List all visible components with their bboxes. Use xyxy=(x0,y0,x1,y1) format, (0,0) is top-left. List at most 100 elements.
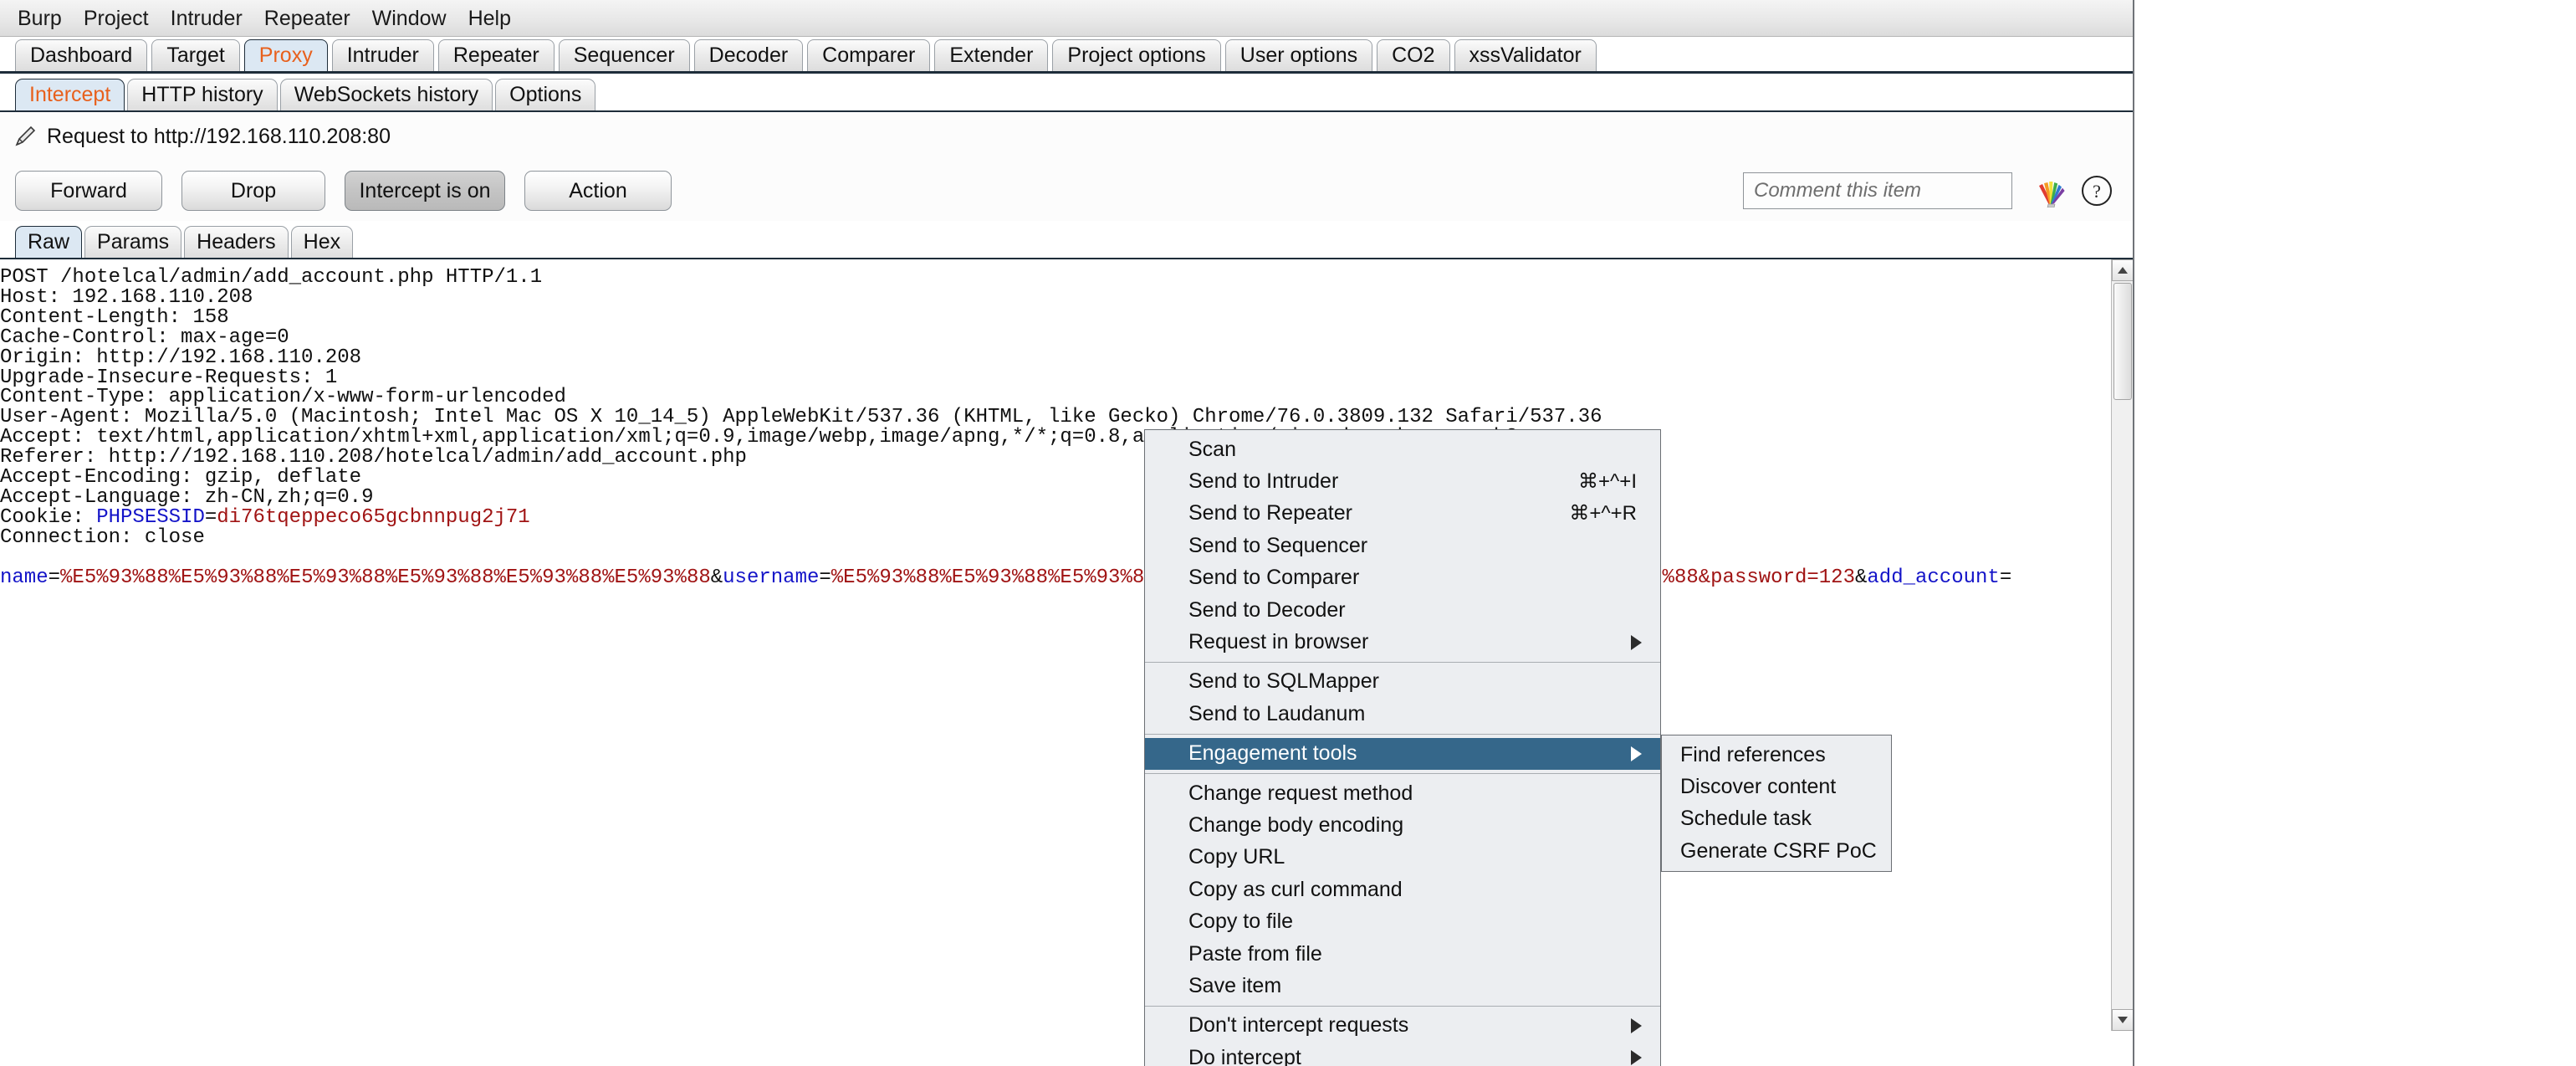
context-menu-item-send-to-repeater[interactable]: Send to Repeater ⌘+^+R xyxy=(1145,498,1660,530)
tab-project-options[interactable]: Project options xyxy=(1052,39,1220,71)
menu-project[interactable]: Project xyxy=(73,4,160,33)
tab-extender[interactable]: Extender xyxy=(934,39,1048,71)
context-menu-item-scan[interactable]: Scan xyxy=(1145,433,1660,465)
context-menu-item-save-item[interactable]: Save item xyxy=(1145,970,1660,1002)
context-menu-item-label: Change body encoding xyxy=(1188,813,1403,838)
menu-window[interactable]: Window xyxy=(361,4,457,33)
request-line: User-Agent: Mozilla/5.0 (Macintosh; Inte… xyxy=(0,407,2083,428)
context-menu-item-label: Copy to file xyxy=(1188,910,1293,934)
help-circle-icon[interactable]: ? xyxy=(2079,173,2114,208)
editor-scrollbar[interactable] xyxy=(2111,259,2133,1031)
context-menu-item-send-to-sequencer[interactable]: Send to Sequencer xyxy=(1145,530,1660,561)
submenu-item-label: Schedule task xyxy=(1680,807,1812,831)
message-tab-hex[interactable]: Hex xyxy=(291,226,353,258)
context-menu-item-copy-url[interactable]: Copy URL xyxy=(1145,842,1660,874)
context-menu-item-label: Send to SQLMapper xyxy=(1188,669,1379,694)
request-title-bar: Request to http://192.168.110.208:80 xyxy=(0,112,2133,161)
request-line: Host: 192.168.110.208 xyxy=(0,288,2083,308)
submenu-item-discover-content[interactable]: Discover content xyxy=(1662,771,1891,802)
submenu-item-label: Discover content xyxy=(1680,775,1836,799)
context-menu-item-request-in-browser[interactable]: Request in browser xyxy=(1145,626,1660,658)
context-menu-item-label: Save item xyxy=(1188,974,1281,998)
submenu-item-find-references[interactable]: Find references xyxy=(1662,739,1891,771)
main-tab-bar: Dashboard Target Proxy Intruder Repeater… xyxy=(0,37,2133,74)
highlighter-fan-icon[interactable] xyxy=(2031,174,2069,208)
proxy-tab-intercept[interactable]: Intercept xyxy=(15,79,125,110)
menu-help[interactable]: Help xyxy=(457,4,522,33)
request-line: Cookie: PHPSESSID=di76tqeppeco65gcbnnpug… xyxy=(0,508,2083,528)
proxy-tab-options[interactable]: Options xyxy=(495,79,595,110)
context-menu-item-send-to-intruder[interactable]: Send to Intruder⌘+^+I xyxy=(1145,465,1660,497)
context-menu-item-label: Change request method xyxy=(1188,782,1413,806)
request-line: Content-Length: 158 xyxy=(0,308,2083,328)
context-menu-item-send-to-decoder[interactable]: Send to Decoder xyxy=(1145,594,1660,626)
chevron-right-icon xyxy=(1631,635,1642,650)
forward-button[interactable]: Forward xyxy=(15,171,162,211)
request-line: Accept-Encoding: gzip, deflate xyxy=(0,468,2083,488)
proxy-tab-websockets-history[interactable]: WebSockets history xyxy=(280,79,493,110)
intercept-toggle-button[interactable]: Intercept is on xyxy=(345,171,505,211)
tab-comparer[interactable]: Comparer xyxy=(807,39,930,71)
tab-target[interactable]: Target xyxy=(151,39,239,71)
background-window xyxy=(2134,0,2576,1066)
message-tab-raw[interactable]: Raw xyxy=(15,226,82,258)
submenu-item-label: Generate CSRF PoC xyxy=(1680,839,1877,864)
tab-co2[interactable]: CO2 xyxy=(1377,39,1449,71)
intercept-toolbar: Forward Drop Intercept is on Action ? xyxy=(0,161,2133,221)
context-menu[interactable]: ScanSend to Intruder⌘+^+ISend to Repeate… xyxy=(1144,429,1661,1066)
context-menu-item-label: Send to Laudanum xyxy=(1188,702,1365,726)
submenu-item-generate-csrf-poc[interactable]: Generate CSRF PoC xyxy=(1662,835,1891,867)
tab-sequencer[interactable]: Sequencer xyxy=(559,39,690,71)
context-menu-item-label: Send to Decoder xyxy=(1188,598,1346,623)
context-menu-separator xyxy=(1145,773,1660,774)
message-tab-params[interactable]: Params xyxy=(84,226,181,258)
context-menu-item-change-body-encoding[interactable]: Change body encoding xyxy=(1145,809,1660,841)
tab-intruder[interactable]: Intruder xyxy=(332,39,434,71)
scroll-down-arrow[interactable] xyxy=(2112,1009,2133,1031)
tab-xssvalidator[interactable]: xssValidator xyxy=(1454,39,1597,71)
drop-button[interactable]: Drop xyxy=(181,171,325,211)
context-menu-item-shortcut: ⌘+^+R xyxy=(1569,501,1637,525)
request-title: Request to http://192.168.110.208:80 xyxy=(47,125,391,149)
context-menu-separator xyxy=(1145,1006,1660,1007)
background-window-edge xyxy=(2559,0,2576,1066)
context-menu-item-label: Engagement tools xyxy=(1188,741,1357,766)
request-editor[interactable]: POST /hotelcal/admin/add_account.php HTT… xyxy=(0,259,2133,1031)
pencil-icon xyxy=(12,123,38,150)
comment-input[interactable] xyxy=(1743,172,2012,209)
context-menu-item-engagement-tools[interactable]: Engagement tools xyxy=(1145,738,1660,770)
context-submenu-engagement-tools[interactable]: Find references Discover content Schedule … xyxy=(1661,735,1892,872)
context-menu-item-copy-as-curl-command[interactable]: Copy as curl command xyxy=(1145,874,1660,905)
proxy-tab-http-history[interactable]: HTTP history xyxy=(127,79,277,110)
context-menu-item-send-to-comparer[interactable]: Send to Comparer xyxy=(1145,562,1660,594)
proxy-tab-bar: Intercept HTTP history WebSockets histor… xyxy=(0,74,2133,112)
request-raw-text[interactable]: POST /hotelcal/admin/add_account.php HTT… xyxy=(0,268,2083,588)
message-tab-headers[interactable]: Headers xyxy=(184,226,289,258)
context-menu-item-do-intercept[interactable]: Do intercept xyxy=(1145,1042,1660,1066)
context-menu-item-send-to-sqlmapper[interactable]: Send to SQLMapper xyxy=(1145,666,1660,698)
context-menu-item-paste-from-file[interactable]: Paste from file xyxy=(1145,938,1660,970)
action-button[interactable]: Action xyxy=(524,171,672,211)
context-menu-item-label: Request in browser xyxy=(1188,630,1368,654)
submenu-item-schedule-task[interactable]: Schedule task xyxy=(1662,803,1891,835)
tab-proxy[interactable]: Proxy xyxy=(244,39,328,71)
request-token: add_account xyxy=(1867,566,1999,589)
context-menu-item-change-request-method[interactable]: Change request method xyxy=(1145,777,1660,809)
scrollbar-thumb[interactable] xyxy=(2113,283,2132,400)
request-line: name=%E5%93%88%E5%93%88%E5%93%88%E5%93%8… xyxy=(0,568,2083,588)
tab-repeater[interactable]: Repeater xyxy=(438,39,555,71)
request-line: Connection: close xyxy=(0,528,2083,548)
context-menu-item-send-to-laudanum[interactable]: Send to Laudanum xyxy=(1145,698,1660,730)
context-menu-item-copy-to-file[interactable]: Copy to file xyxy=(1145,905,1660,937)
menu-intruder[interactable]: Intruder xyxy=(160,4,253,33)
tab-decoder[interactable]: Decoder xyxy=(694,39,804,71)
context-menu-item-don-t-intercept-requests[interactable]: Don't intercept requests xyxy=(1145,1010,1660,1042)
context-menu-item-label: Send to Repeater xyxy=(1188,501,1352,525)
tab-dashboard[interactable]: Dashboard xyxy=(15,39,147,71)
tab-user-options[interactable]: User options xyxy=(1225,39,1372,71)
menu-repeater[interactable]: Repeater xyxy=(253,4,361,33)
context-menu-item-label: Send to Sequencer xyxy=(1188,534,1367,558)
scroll-up-arrow[interactable] xyxy=(2112,259,2133,281)
menu-burp[interactable]: Burp xyxy=(7,4,73,33)
menu-bar: Burp Project Intruder Repeater Window He… xyxy=(0,0,2133,37)
